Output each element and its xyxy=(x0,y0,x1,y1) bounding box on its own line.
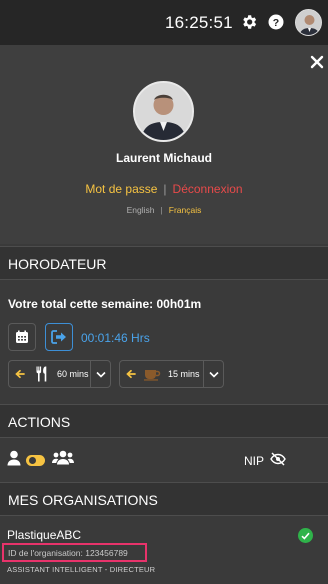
users-group-icon[interactable] xyxy=(52,450,74,470)
profile-panel: Laurent Michaud Mot de passe | Déconnexion… xyxy=(0,45,328,244)
gear-icon[interactable] xyxy=(239,12,259,32)
calendar-icon xyxy=(16,330,28,343)
close-icon[interactable] xyxy=(310,55,324,69)
language-french[interactable]: Français xyxy=(169,205,202,215)
clock-out-button[interactable] xyxy=(45,323,73,351)
profile-avatar xyxy=(133,81,194,142)
week-total: Votre total cette semaine: 00h01m xyxy=(8,297,202,311)
coffee-break-select[interactable]: 15 mins xyxy=(119,360,224,388)
logout-link[interactable]: Déconnexion xyxy=(173,182,243,196)
svg-text:?: ? xyxy=(273,17,279,29)
coffee-icon xyxy=(143,367,163,381)
toggle-switch[interactable] xyxy=(26,454,45,466)
user-avatar[interactable] xyxy=(295,9,322,36)
help-icon[interactable]: ? xyxy=(266,12,286,32)
organisation-role: ASSISTANT INTELLIGENT - DIRECTEUR xyxy=(7,565,156,574)
arrow-left-icon xyxy=(126,369,140,379)
auth-links: Mot de passe | Déconnexion xyxy=(0,182,328,196)
user-icon[interactable] xyxy=(7,450,21,471)
chevron-down-icon[interactable] xyxy=(203,361,223,387)
eye-slash-icon[interactable] xyxy=(270,452,286,466)
separator: | xyxy=(163,182,167,196)
calendar-button[interactable] xyxy=(8,323,36,351)
organisation-id: ID de l'organisation: 123456789 xyxy=(8,548,128,558)
profile-name: Laurent Michaud xyxy=(115,151,212,165)
sign-out-icon xyxy=(51,330,66,344)
change-password-link[interactable]: Mot de passe xyxy=(85,182,157,196)
elapsed-timer: 00:01:46 Hrs xyxy=(81,331,150,345)
arrow-left-icon xyxy=(15,369,29,379)
chevron-down-icon[interactable] xyxy=(90,361,110,387)
section-organisations-header: MES ORGANISATIONS xyxy=(0,482,328,516)
nip-label: NIP xyxy=(244,454,265,468)
meal-break-select[interactable]: 60 mins xyxy=(8,360,111,388)
language-english[interactable]: English xyxy=(127,205,155,215)
organisation-name[interactable]: PlastiqueABC xyxy=(7,528,81,542)
meal-break-duration: 60 mins xyxy=(57,369,89,379)
section-horodateur-header: HORODATEUR xyxy=(0,246,328,280)
separator: | xyxy=(160,205,163,215)
section-actions-header: ACTIONS xyxy=(0,404,328,438)
top-bar: 16:25:51 ? xyxy=(0,0,328,45)
fork-knife-icon xyxy=(32,366,52,382)
action-icons xyxy=(7,450,74,470)
language-switcher: English | Français xyxy=(0,205,328,215)
clock: 16:25:51 xyxy=(165,13,233,32)
check-circle-icon xyxy=(298,528,313,543)
coffee-break-duration: 15 mins xyxy=(168,369,200,379)
